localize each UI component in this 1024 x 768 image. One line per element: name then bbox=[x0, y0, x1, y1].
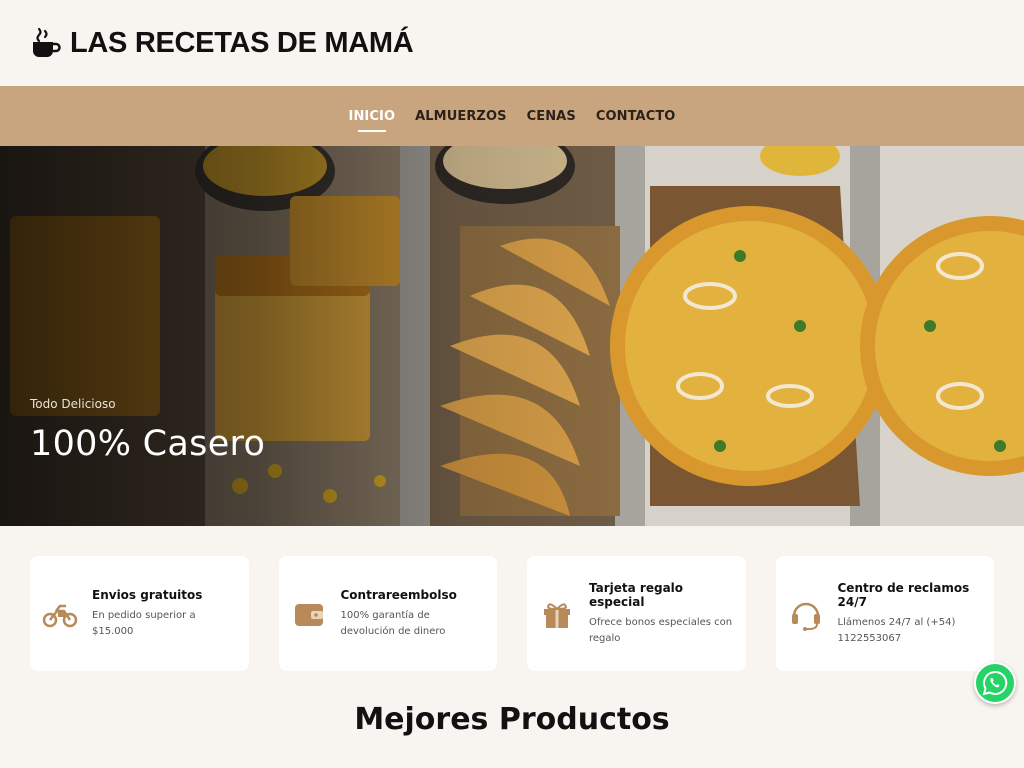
feature-card: Envios gratuitos En pedido superior a $1… bbox=[30, 556, 249, 671]
feature-desc: Ofrece bonos especiales con regalo bbox=[589, 616, 733, 644]
nav-item-inicio[interactable]: INICIO bbox=[349, 101, 396, 132]
feature-title: Tarjeta regalo especial bbox=[589, 580, 684, 609]
feature-title: Envios gratuitos bbox=[92, 587, 203, 602]
hero-subtitle: Todo Delicioso bbox=[30, 397, 116, 411]
gift-icon bbox=[544, 602, 570, 628]
features-row: Envios gratuitos En pedido superior a $1… bbox=[0, 526, 1024, 671]
feature-card: Contrareembolso 100% garantía de devoluc… bbox=[278, 556, 497, 671]
hero-title: 100% Casero bbox=[30, 424, 266, 464]
feature-desc: Llámenos 24/7 al (+54) 1122553067 bbox=[837, 616, 956, 644]
coffee-cup-icon bbox=[33, 27, 61, 57]
site-header: LAS RECETAS DE MAMÁ bbox=[0, 0, 1024, 86]
nav-item-almuerzos[interactable]: ALMUERZOS bbox=[415, 101, 506, 132]
feature-title: Contrareembolso bbox=[340, 587, 457, 602]
whatsapp-icon bbox=[982, 670, 1008, 696]
main-nav: INICIO ALMUERZOS CENAS CONTACTO bbox=[0, 86, 1024, 146]
wallet-icon bbox=[294, 603, 323, 626]
hero-overlay bbox=[0, 146, 1024, 526]
feature-card: Tarjeta regalo especial Ofrece bonos esp… bbox=[527, 556, 746, 671]
whatsapp-button[interactable] bbox=[974, 662, 1016, 704]
feature-desc: 100% garantía de devolución de dinero bbox=[340, 609, 446, 637]
feature-title: Centro de reclamos 24/7 bbox=[837, 580, 970, 609]
feature-card: Centro de reclamos 24/7 Llámenos 24/7 al… bbox=[775, 556, 994, 671]
feature-desc: En pedido superior a $15.000 bbox=[92, 609, 196, 637]
nav-item-contacto[interactable]: CONTACTO bbox=[596, 101, 676, 132]
hero-banner: Todo Delicioso 100% Casero bbox=[0, 146, 1024, 526]
section-title: Mejores Productos bbox=[354, 702, 670, 737]
motorcycle-icon bbox=[42, 604, 78, 627]
site-title: LAS RECETAS DE MAMÁ bbox=[70, 26, 414, 59]
headset-icon bbox=[791, 602, 820, 631]
nav-item-cenas[interactable]: CENAS bbox=[527, 101, 576, 132]
site-logo[interactable]: LAS RECETAS DE MAMÁ bbox=[30, 26, 414, 60]
